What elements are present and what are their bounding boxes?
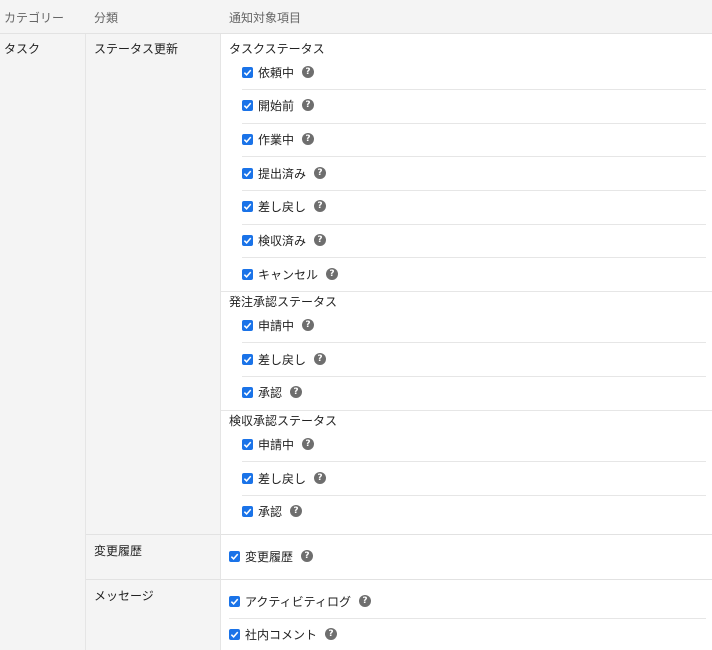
notify-item-order-applying[interactable]: 申請中 ? (242, 315, 315, 335)
notify-item-label: 申請中 (258, 318, 295, 333)
notify-item-label: 承認 (258, 504, 283, 519)
checkbox-checked-icon[interactable] (242, 268, 253, 280)
notify-item-label: 差し戻し (258, 471, 307, 486)
question-circle-icon[interactable]: ? (302, 438, 315, 450)
notify-item-label: 依頼中 (258, 65, 295, 80)
notify-item-task-submitted[interactable]: 提出済み ? (242, 163, 327, 183)
question-circle-icon[interactable]: ? (325, 628, 338, 640)
checkbox-checked-icon[interactable] (242, 99, 253, 111)
notify-item-acceptance-approved[interactable]: 承認 ? (242, 501, 303, 521)
group-title-order-approval: 発注承認ステータス (229, 295, 338, 309)
divider (221, 410, 712, 411)
question-circle-icon[interactable]: ? (314, 353, 327, 365)
notify-item-label: 変更履歴 (245, 549, 294, 564)
checkbox-checked-icon[interactable] (242, 353, 253, 365)
notify-item-label: 検収済み (258, 233, 307, 248)
question-circle-icon[interactable]: ? (314, 234, 327, 246)
checkbox-checked-icon[interactable] (229, 550, 240, 562)
notify-item-label: 差し戻し (258, 199, 307, 214)
notify-item-label: 申請中 (258, 437, 295, 452)
notify-item-task-accepted[interactable]: 検収済み ? (242, 230, 327, 250)
question-circle-icon[interactable]: ? (314, 167, 327, 179)
divider (242, 257, 706, 258)
question-circle-icon[interactable]: ? (314, 200, 327, 212)
divider (221, 291, 712, 292)
notify-item-task-sent-back[interactable]: 差し戻し ? (242, 196, 327, 216)
notify-item-acceptance-sent-back[interactable]: 差し戻し ? (242, 468, 327, 488)
checkbox-checked-icon[interactable] (229, 628, 240, 640)
category-column: タスク (0, 34, 86, 650)
divider (86, 534, 220, 535)
notify-item-activity-log[interactable]: アクティビティログ ? (229, 591, 371, 611)
header-category: カテゴリー (4, 11, 65, 25)
divider (242, 495, 706, 496)
header-target-items: 通知対象項目 (229, 11, 302, 25)
group-title-acceptance-approval: 検収承認ステータス (229, 414, 338, 428)
divider (242, 190, 706, 191)
checkbox-checked-icon[interactable] (242, 234, 253, 246)
notify-item-label: 開始前 (258, 98, 295, 113)
notify-item-order-approved[interactable]: 承認 ? (242, 382, 303, 402)
checkbox-checked-icon[interactable] (242, 438, 253, 450)
notify-item-label: アクティビティログ (245, 594, 351, 609)
question-circle-icon[interactable]: ? (302, 66, 315, 78)
question-circle-icon[interactable]: ? (314, 472, 327, 484)
checkbox-checked-icon[interactable] (229, 595, 240, 607)
divider (86, 579, 220, 580)
checkbox-checked-icon[interactable] (242, 386, 253, 398)
question-circle-icon[interactable]: ? (302, 133, 315, 145)
classification-status-update: ステータス更新 (94, 42, 179, 56)
classification-message: メッセージ (94, 589, 154, 603)
checkbox-checked-icon[interactable] (242, 319, 253, 331)
question-circle-icon[interactable]: ? (358, 595, 371, 607)
question-circle-icon[interactable]: ? (301, 550, 314, 562)
divider (242, 342, 706, 343)
checkbox-checked-icon[interactable] (242, 200, 253, 212)
question-circle-icon[interactable]: ? (290, 505, 303, 517)
divider (242, 89, 706, 90)
checkbox-checked-icon[interactable] (242, 167, 253, 179)
notify-item-label: 差し戻し (258, 352, 307, 367)
notify-item-task-before-start[interactable]: 開始前 ? (242, 95, 315, 115)
checkbox-checked-icon[interactable] (242, 133, 253, 145)
question-circle-icon[interactable]: ? (290, 386, 303, 398)
divider (242, 461, 706, 462)
divider (229, 618, 706, 619)
classification-change-history: 変更履歴 (94, 544, 143, 558)
table-header: カテゴリー 分類 通知対象項目 (0, 0, 712, 34)
notify-item-order-sent-back[interactable]: 差し戻し ? (242, 349, 327, 369)
checkbox-checked-icon[interactable] (242, 472, 253, 484)
question-circle-icon[interactable]: ? (326, 268, 339, 280)
divider (242, 123, 706, 124)
classification-column: ステータス更新 変更履歴 メッセージ (86, 34, 221, 650)
notify-item-label: キャンセル (258, 267, 319, 282)
question-circle-icon[interactable]: ? (302, 99, 315, 111)
notify-item-label: 作業中 (258, 132, 295, 147)
header-classification: 分類 (94, 11, 119, 25)
checkbox-checked-icon[interactable] (242, 66, 253, 78)
notify-item-internal-comment[interactable]: 社内コメント ? (229, 624, 338, 644)
divider (221, 579, 712, 580)
notify-item-change-history[interactable]: 変更履歴 ? (229, 546, 314, 566)
group-title-task-status: タスクステータス (229, 42, 325, 56)
divider (221, 534, 712, 535)
divider (242, 224, 706, 225)
notify-item-task-cancelled[interactable]: キャンセル ? (242, 264, 339, 284)
notify-item-label: 社内コメント (245, 627, 318, 642)
question-circle-icon[interactable]: ? (302, 319, 315, 331)
checkbox-checked-icon[interactable] (242, 505, 253, 517)
notify-item-task-requesting[interactable]: 依頼中 ? (242, 62, 315, 82)
category-task: タスク (4, 42, 41, 56)
notify-item-label: 提出済み (258, 166, 307, 181)
notify-item-label: 承認 (258, 385, 283, 400)
divider (242, 156, 706, 157)
divider (242, 376, 706, 377)
notify-item-task-in-progress[interactable]: 作業中 ? (242, 129, 315, 149)
notify-item-acceptance-applying[interactable]: 申請中 ? (242, 434, 315, 454)
